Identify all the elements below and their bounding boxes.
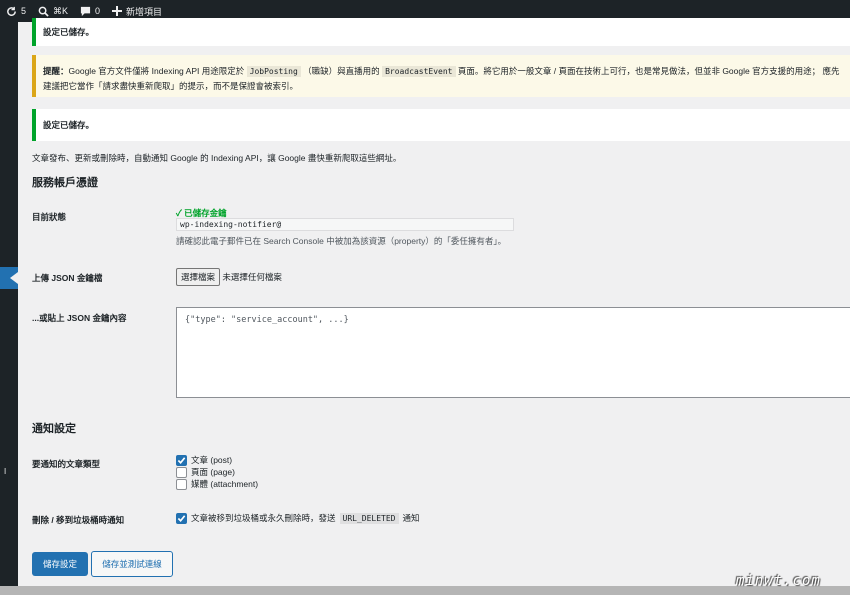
updates-menu[interactable]: 5 — [0, 0, 32, 22]
checkmark-icon — [177, 514, 186, 522]
sidebar-current-arrow — [10, 272, 18, 284]
json-key-textarea[interactable]: {"type": "service_account", ...} — [176, 307, 850, 398]
warning-label: 提醒： — [43, 66, 69, 76]
delete-notify-text-before: 文章被移到垃圾桶或永久刪除時，發送 — [191, 513, 336, 523]
post-type-page-label: 頁面 (page) — [191, 467, 235, 477]
search-shortcut-label: ⌘K — [53, 5, 69, 16]
sidebar-item-fragment[interactable]: I — [4, 467, 6, 476]
post-type-post-checkbox[interactable] — [176, 454, 187, 466]
delete-notify-label: 刪除 / 移到垃圾桶時通知 — [32, 515, 125, 525]
upload-label: 上傳 JSON 金鑰檔 — [32, 273, 103, 283]
email-hint: 請確認此電子郵件已在 Search Console 中被加為該資源（proper… — [176, 236, 507, 246]
saved-notice-2-text: 設定已儲存。 — [43, 120, 95, 130]
status-label: 目前狀態 — [32, 212, 67, 222]
delete-notify-option[interactable]: 文章被移到垃圾桶或永久刪除時，發送 URL_DELETED 通知 — [176, 512, 420, 524]
post-type-page-checkbox[interactable] — [176, 466, 187, 478]
warning-text-1: Google 官方文件僅將 Indexing API 用途限定於 — [68, 66, 245, 76]
saved-notice-text: 設定已儲存。 — [43, 27, 95, 37]
post-type-attachment[interactable]: 媒體 (attachment) — [176, 478, 258, 490]
service-account-email: wp-indexing-notifier@ — [176, 218, 514, 231]
post-type-attachment-label: 媒體 (attachment) — [191, 479, 259, 489]
post-type-page[interactable]: 頁面 (page) — [176, 466, 235, 478]
notify-heading: 通知設定 — [32, 423, 76, 435]
save-and-test-button[interactable]: 儲存並測試連線 — [91, 551, 173, 577]
comments-count: 0 — [95, 6, 101, 16]
warning-code-broadcast: BroadcastEvent — [382, 66, 456, 77]
post-type-attachment-checkbox[interactable] — [176, 478, 187, 490]
post-type-post-label: 文章 (post) — [191, 455, 233, 465]
comment-icon — [80, 6, 91, 16]
new-content-label: 新增項目 — [126, 6, 163, 17]
search-icon — [38, 6, 49, 17]
warning-line-1: 提醒：Google 官方文件僅將 Indexing API 用途限定於 JobP… — [43, 64, 850, 79]
warning-text-2: （職缺）與直播用的 — [303, 66, 380, 76]
saved-notice: 設定已儲存。 — [32, 18, 850, 46]
delete-notify-code: URL_DELETED — [339, 512, 399, 524]
credentials-heading: 服務帳戶憑證 — [32, 177, 98, 189]
file-status: 未選擇任何檔案 — [222, 272, 282, 282]
page-description: 文章發布、更新或刪除時，自動通知 Google 的 Indexing API，讓… — [32, 153, 402, 163]
save-settings-button[interactable]: 儲存設定 — [32, 552, 88, 576]
file-upload: 選擇檔案 未選擇任何檔案 — [176, 268, 282, 286]
admin-sidebar: I — [0, 22, 18, 595]
settings-page: 設定已儲存。 提醒：Google 官方文件僅將 Indexing API 用途限… — [18, 18, 850, 595]
warning-code-jobposting: JobPosting — [246, 66, 301, 77]
delete-notify-text-after: 通知 — [402, 513, 420, 523]
watermark-logo: minwt.com — [736, 573, 821, 589]
delete-notify-checkbox[interactable] — [176, 512, 187, 524]
bottom-scrollbar[interactable] — [0, 586, 850, 595]
warning-notice: 提醒：Google 官方文件僅將 Indexing API 用途限定於 JobP… — [32, 55, 850, 97]
plus-icon — [112, 6, 123, 16]
choose-file-button[interactable]: 選擇檔案 — [176, 268, 221, 286]
updates-count: 5 — [21, 6, 27, 16]
warning-text-3: 頁面。將它用於一般文章 / 頁面在技術上可行，也是常見做法，但並非 Google… — [457, 66, 840, 76]
checkmark-icon — [177, 456, 186, 464]
refresh-icon — [7, 6, 16, 16]
post-type-post[interactable]: 文章 (post) — [176, 454, 232, 466]
warning-line-2: 建議把它當作「請求盡快重新爬取」的提示，而不是保證會被索引。 — [43, 81, 299, 91]
post-types-label: 要通知的文章類型 — [32, 459, 101, 469]
saved-notice-2: 設定已儲存。 — [32, 109, 850, 141]
paste-label: ...或貼上 JSON 金鑰內容 — [32, 313, 127, 323]
